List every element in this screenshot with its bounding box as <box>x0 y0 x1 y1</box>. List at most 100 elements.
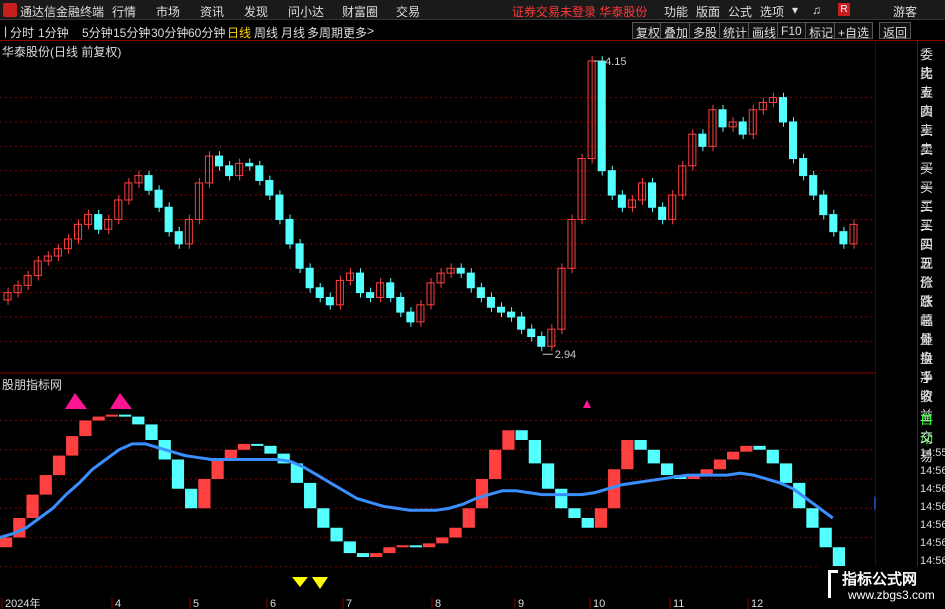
indicator-title[interactable]: 股朋指标网 <box>2 376 62 393</box>
period-1min[interactable]: 1分钟 <box>38 24 69 41</box>
chevron-right-icon[interactable]: > <box>367 24 374 38</box>
bell-icon[interactable]: ♫ <box>812 3 821 17</box>
tool-multi-stock[interactable]: 多股 <box>689 22 722 40</box>
period-30min[interactable]: 30分钟 <box>151 24 188 41</box>
indicator-bar <box>713 459 727 470</box>
indicator-bar <box>766 449 779 464</box>
indicator-bar <box>105 414 118 417</box>
candle-body <box>174 231 183 245</box>
candle-body <box>517 316 526 330</box>
candle-body <box>537 335 546 347</box>
candle-body <box>718 109 727 128</box>
candle-body <box>335 279 344 306</box>
right-panel: 委比 卖五 卖四 卖三 卖二 卖一 买一 买二 买三 买四 买五 现价 涨跌 涨… <box>917 41 945 609</box>
candle-body <box>789 121 798 160</box>
menu-item-trade[interactable]: 交易 <box>396 3 420 20</box>
r-badge[interactable]: R <box>838 3 850 16</box>
indicator-bar <box>740 445 753 452</box>
indicator-bar <box>52 455 66 476</box>
menu-item-wealth[interactable]: 财富圈 <box>342 3 378 20</box>
indicator-bar <box>515 430 528 440</box>
indicator-bar <box>370 553 383 557</box>
candle-body <box>738 121 747 135</box>
candle-body <box>496 306 506 313</box>
candle-body <box>829 214 838 233</box>
period-15min[interactable]: 15分钟 <box>113 24 150 41</box>
menu-item-market[interactable]: 市场 <box>156 3 180 20</box>
indicator-bar <box>237 443 251 450</box>
menu-item-news[interactable]: 资讯 <box>200 3 224 20</box>
candle-body <box>416 304 425 323</box>
chart-canvas[interactable]: 4.15 2.94 4.003.903.803.703.603.503.403.3… <box>0 41 876 609</box>
candle-body <box>285 218 294 245</box>
candle-body <box>3 292 12 301</box>
indicator-bar <box>475 479 489 509</box>
main-chart-title: 华泰股份(日线 前复权) <box>2 45 122 59</box>
indicator <box>0 393 845 589</box>
menu-item-discover[interactable]: 发现 <box>244 3 268 20</box>
menu-item-function[interactable]: 功能 <box>664 3 688 20</box>
tool-mark[interactable]: 标记 <box>805 22 838 40</box>
period-more[interactable]: 更多 <box>343 24 367 41</box>
candle-body <box>245 162 254 167</box>
candle-body <box>255 165 264 181</box>
period-5min[interactable]: 5分钟 <box>82 24 113 41</box>
candle-body <box>355 272 365 294</box>
indicator-bar <box>26 494 39 518</box>
candle-body <box>799 158 808 177</box>
watermark: 指标公式网 www.zbgs3.com <box>818 566 945 609</box>
period-daily[interactable]: 日线 <box>227 24 251 41</box>
period-timeshare[interactable]: 分时 <box>10 24 34 41</box>
candle-body <box>144 175 153 191</box>
indicator-bar <box>66 436 79 456</box>
menu-item-ask[interactable]: 问小达 <box>288 3 324 20</box>
indicator-bar <box>779 463 793 483</box>
watermark-logo-icon <box>828 570 838 598</box>
tool-back[interactable]: 返回 <box>879 22 912 40</box>
candle-body <box>527 328 536 337</box>
period-multi[interactable]: 多周期 <box>307 24 343 41</box>
candle-body <box>53 248 62 257</box>
indicator-bar <box>132 416 145 425</box>
indicator-bar <box>832 547 845 567</box>
trade-label[interactable]: 交易 <box>920 427 945 465</box>
candle-body <box>466 272 475 289</box>
candle-body <box>597 60 606 172</box>
indicator-bar <box>541 463 555 489</box>
indicator-bar <box>647 449 660 464</box>
chart-area[interactable]: 4.15 2.94 4.003.903.803.703.603.503.403.3… <box>0 41 876 609</box>
tool-statistics[interactable]: 统计 <box>719 22 752 40</box>
tool-add-favorite[interactable]: +自选 <box>834 22 874 40</box>
indicator-bar <box>634 440 647 450</box>
indicator-bar <box>660 463 674 476</box>
menu-item-layout[interactable]: 版面 <box>696 3 720 20</box>
menu-item-formula[interactable]: 公式 <box>728 3 752 20</box>
candle-body <box>154 189 163 208</box>
tick-time: 14:55 <box>920 447 945 459</box>
indicator-bar <box>409 545 422 548</box>
app-name: 通达信金融终端 <box>20 5 105 19</box>
x-tick-label: 6 <box>270 598 276 609</box>
menu-item-quotes[interactable]: 行情 <box>112 3 136 20</box>
pink-signal-marker <box>65 393 87 409</box>
period-monthly[interactable]: 月线 <box>281 24 305 41</box>
indicator-bar <box>581 518 594 528</box>
candle-body <box>94 214 103 230</box>
period-weekly[interactable]: 周线 <box>254 24 278 41</box>
tick-time: 14:56 <box>920 537 945 549</box>
chevron-down-icon[interactable]: ▾ <box>792 3 798 17</box>
indicator-bar <box>356 553 370 557</box>
candle-body <box>839 231 848 245</box>
menu-item-options[interactable]: 选项 <box>760 3 784 20</box>
candle-body <box>275 194 284 220</box>
login-notice[interactable]: 证券交易未登录 华泰股份 <box>512 3 647 20</box>
candle-body <box>809 175 818 196</box>
tool-draw[interactable]: 画线 <box>748 22 781 40</box>
period-60min[interactable]: 60分钟 <box>188 24 225 41</box>
candle-body <box>476 287 485 298</box>
indicator-bar <box>383 547 396 554</box>
tool-f10[interactable]: F10 <box>777 22 806 39</box>
guest-label[interactable]: 游客 <box>893 3 917 20</box>
tool-overlay[interactable]: 叠加 <box>660 22 693 40</box>
candle-body <box>507 311 516 318</box>
